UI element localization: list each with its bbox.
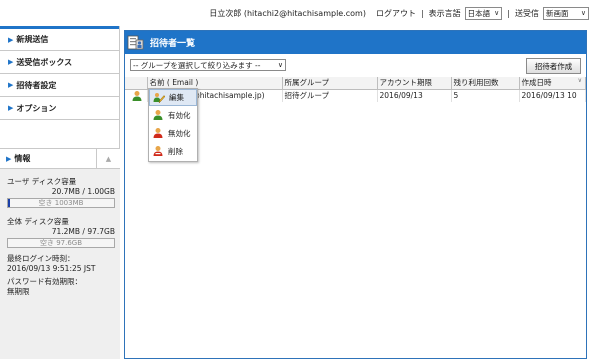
top-bar: 日立次郎 (hitachi2@hitachisample.com) ログアウト …	[0, 0, 593, 26]
group-filter-select[interactable]: -- グループを選択して絞り込みます -- ∨	[130, 59, 286, 71]
total-disk-value: 71.2MB / 97.7GB	[51, 227, 115, 236]
menu-item-label: 有効化	[168, 110, 191, 120]
menu-item-edit[interactable]: 編集	[149, 89, 197, 106]
row-group: 招待グループ	[282, 89, 378, 102]
page-title: 招待者一覧	[150, 39, 196, 49]
sidebar-item-new-send[interactable]: ▶ 新規送信	[0, 26, 119, 51]
row-expiry: 2016/09/13	[377, 89, 452, 102]
arrow-right-icon: ▶	[6, 154, 12, 163]
logged-in-user: 日立次郎 (hitachi2@hitachisample.com)	[209, 8, 366, 18]
menu-item-label: 編集	[169, 93, 184, 102]
arrow-right-icon: ▶	[8, 81, 14, 89]
arrow-right-icon: ▶	[8, 35, 14, 44]
sidebar: ▶ 新規送信 ▶ 送受信ボックス ▶ 招待者設定 ▶ オプション ▶ 情報 ▲ …	[0, 26, 120, 359]
total-disk-free: 空き 97.6GB	[39, 239, 83, 247]
language-label: 表示言語	[428, 8, 461, 18]
user-disk-label: ユーザ ディスク容量	[7, 177, 77, 186]
menu-item-label: 削除	[168, 146, 183, 156]
sidebar-item-options[interactable]: ▶ オプション	[0, 97, 119, 120]
arrow-right-icon: ▶	[8, 58, 14, 66]
chevron-down-icon: ∨	[580, 9, 586, 17]
language-select-value: 日本語	[467, 8, 491, 18]
sidebar-item-label: 招待者設定	[16, 80, 57, 90]
column-header-created[interactable]: 作成日時 ∨	[519, 77, 586, 90]
send-mode-label: 送受信	[515, 8, 539, 18]
logout-link[interactable]: ログアウト	[376, 8, 416, 19]
column-header-remaining[interactable]: 残り利用回数	[451, 77, 520, 90]
sidebar-item-invitee-settings[interactable]: ▶ 招待者設定	[0, 74, 119, 97]
disable-user-icon	[152, 127, 164, 139]
invitee-list-icon	[127, 34, 144, 51]
sidebar-item-label: 送受信ボックス	[16, 57, 73, 67]
column-header-group[interactable]: 所属グループ	[282, 77, 378, 90]
column-header-icon	[125, 77, 148, 90]
separator: |	[507, 8, 510, 18]
last-login-label: 最終ログイン時刻：	[7, 254, 75, 263]
menu-item-disable[interactable]: 無効化	[149, 124, 197, 142]
user-disk-free: 空き 1003MB	[38, 199, 84, 207]
invitee-list-panel: 招待者一覧 -- グループを選択して絞り込みます -- ∨ 招待者作成 名前 (…	[124, 30, 587, 359]
list-toolbar: -- グループを選択して絞り込みます -- ∨ 招待者作成	[127, 57, 586, 77]
user-disk-value: 20.7MB / 1.00GB	[51, 187, 115, 196]
user-disk-bar: 空き 1003MB	[7, 198, 115, 208]
chevron-down-icon: ∨	[277, 61, 283, 69]
sort-desc-icon: ∨	[577, 77, 582, 85]
send-mode-select[interactable]: 新画面 ∨	[543, 6, 589, 20]
language-select[interactable]: 日本語 ∨	[464, 6, 503, 20]
column-header-expiry[interactable]: アカウント期限	[377, 77, 452, 90]
column-header-label: 作成日時	[521, 78, 552, 88]
arrow-right-icon: ▶	[8, 104, 14, 112]
collapse-icon[interactable]: ▲	[96, 149, 120, 168]
send-mode-select-value: 新画面	[546, 8, 569, 18]
info-panel-body: ユーザ ディスク容量 20.7MB / 1.00GB 空き 1003MB 全体 …	[0, 169, 120, 297]
row-user-icon-cell[interactable]	[125, 89, 148, 102]
password-expiry-label: パスワード有効期限：	[7, 277, 82, 286]
total-disk-bar: 空き 97.6GB	[7, 238, 115, 248]
sidebar-item-mailbox[interactable]: ▶ 送受信ボックス	[0, 51, 119, 74]
row-context-menu: 編集 有効化 無効化 削除	[148, 88, 198, 162]
edit-pencil-icon	[153, 92, 165, 104]
create-invitee-button[interactable]: 招待者作成	[526, 58, 581, 74]
user-green-icon	[132, 90, 142, 101]
enable-user-icon	[152, 109, 164, 121]
delete-user-icon	[152, 145, 164, 157]
last-login-value: 2016/09/13 9:51:25 JST	[7, 264, 96, 273]
info-panel-header: ▶ 情報 ▲	[0, 149, 120, 169]
menu-item-label: 無効化	[168, 128, 191, 138]
sidebar-item-label: オプション	[16, 103, 57, 113]
row-remaining: 5	[451, 89, 520, 102]
separator: |	[420, 8, 424, 18]
chevron-down-icon: ∨	[494, 9, 500, 17]
user-disk-bar-fill	[8, 199, 11, 207]
password-expiry-value: 無期限	[7, 287, 30, 296]
info-panel: ▶ 情報 ▲ ユーザ ディスク容量 20.7MB / 1.00GB 空き 100…	[0, 148, 120, 359]
group-filter-value: -- グループを選択して絞り込みます --	[133, 60, 261, 70]
sidebar-item-label: 新規送信	[16, 35, 49, 44]
panel-header: 招待者一覧	[125, 31, 586, 54]
menu-item-delete[interactable]: 削除	[149, 142, 197, 160]
row-created: 2016/09/13 10	[519, 89, 586, 102]
menu-item-enable[interactable]: 有効化	[149, 106, 197, 124]
total-disk-label: 全体 ディスク容量	[7, 217, 69, 226]
column-header-label: 名前 ( Email )	[149, 78, 199, 88]
info-panel-title: 情報	[14, 154, 31, 163]
